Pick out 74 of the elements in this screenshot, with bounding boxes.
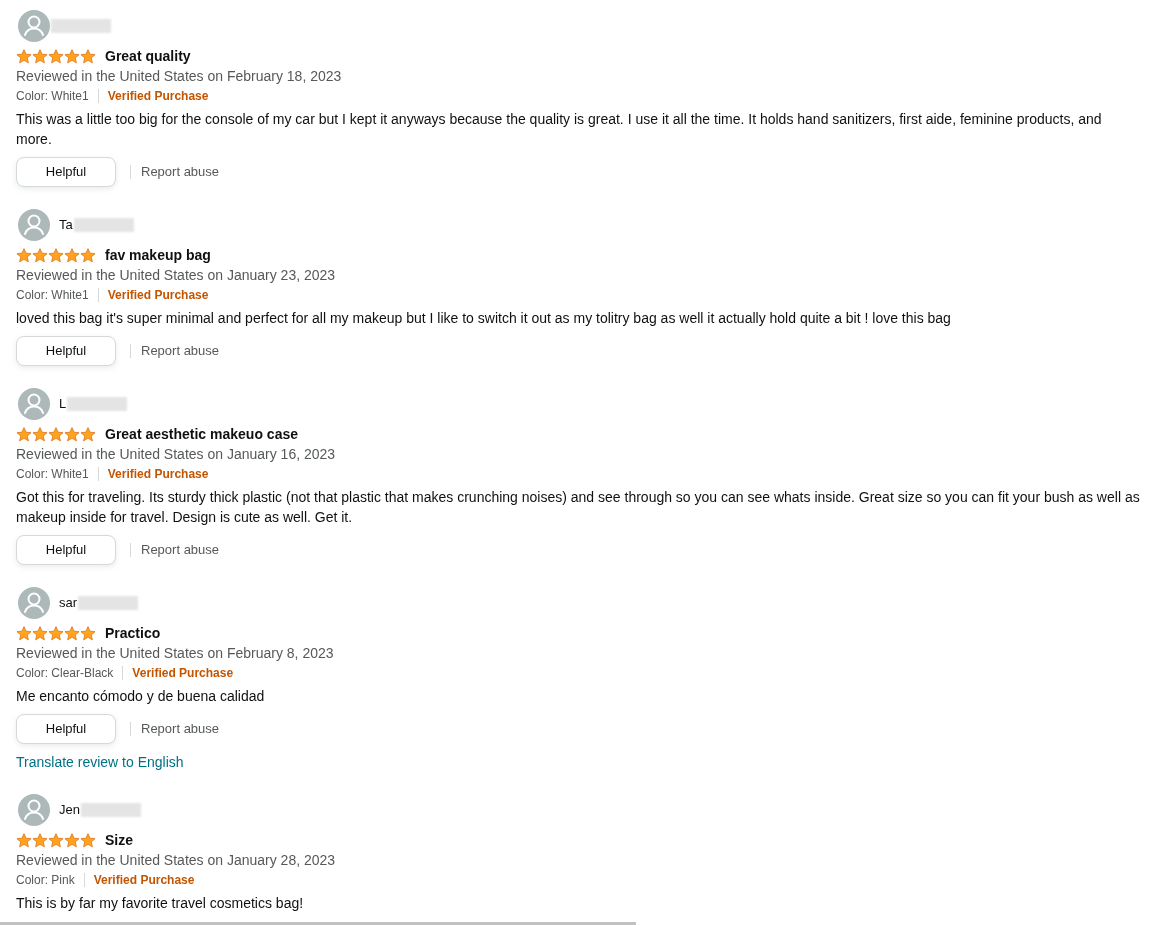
verified-purchase-label: Verified Purchase [107, 466, 209, 483]
star-icon [32, 247, 48, 263]
star-icon [64, 48, 80, 64]
helpful-button[interactable]: Helpful [16, 535, 116, 565]
star-icon [80, 625, 96, 641]
star-icon [64, 426, 80, 442]
review-date: Reviewed in the United States on February 8, 2023 [16, 644, 335, 663]
color-variant[interactable]: Color: White1 [16, 464, 89, 484]
star-icon [16, 247, 32, 263]
star-icon [32, 625, 48, 641]
verified-purchase-label: Verified Purchase [93, 872, 195, 889]
star-icon [48, 832, 64, 848]
star-icon [16, 426, 32, 442]
report-abuse-link[interactable]: Report abuse [141, 341, 220, 361]
redaction-blur [67, 397, 128, 411]
redaction-blur [80, 803, 141, 817]
report-abuse-link[interactable]: Report abuse [141, 540, 220, 560]
helpful-button[interactable]: Helpful [16, 714, 116, 744]
review-date: Reviewed in the United States on February 18, 2023 [16, 67, 343, 86]
reviewer-name: Jen [59, 801, 80, 820]
avatar-icon [18, 587, 50, 619]
star-icon [64, 247, 80, 263]
report-abuse-link[interactable]: Report abuse [141, 719, 220, 739]
star-icon [48, 625, 64, 641]
reviewer-name: L [59, 395, 67, 414]
review-date: Reviewed in the United States on January 28, 2023 [16, 851, 337, 870]
reviewer-name: sar [59, 594, 78, 613]
review-date: Reviewed in the United States on January 16, 2023 [16, 445, 337, 464]
star-icon [48, 48, 64, 64]
review-body: This was a little too big for the console of my car but I kept it anyways because the quality is great. I use it all the time. It holds hand sanitizers, first aide, feminine products, and more. [16, 110, 1103, 149]
review-body: Got this for traveling. Its sturdy thick plastic (not that plastic that makes crunching noises) and see through so you can see whats inside. Great size so you can fit your bush as well as makeup inside for travel. Design is cute as well. Get it. [16, 488, 1140, 527]
star-icon [80, 832, 96, 848]
star-icon [80, 247, 96, 263]
avatar-icon [18, 10, 50, 42]
review-date: Reviewed in the United States on January 23, 2023 [16, 266, 337, 285]
avatar-icon [18, 794, 50, 826]
star-icon [48, 247, 64, 263]
redaction-blur [73, 218, 134, 232]
report-abuse-link[interactable]: Report abuse [141, 162, 220, 182]
avatar-icon [18, 388, 50, 420]
star-icon [48, 426, 64, 442]
color-variant[interactable]: Color: White1 [16, 285, 89, 305]
star-icon [80, 426, 96, 442]
star-icon [16, 625, 32, 641]
review-body: Me encanto cómodo y de buena calidad [16, 687, 266, 706]
star-icon [32, 426, 48, 442]
review-title[interactable]: Great quality [105, 45, 191, 67]
color-variant[interactable]: Color: White1 [16, 86, 89, 106]
translate-link[interactable]: Translate review to English [16, 752, 1140, 772]
redaction-blur [78, 596, 139, 610]
color-variant[interactable]: Color: Clear-Black [16, 663, 114, 683]
review-body: loved this bag it's super minimal and perfect for all my makeup but I like to switch it out as my tolitry bag as well it actually hold quite a bit ! love this bag [16, 309, 952, 328]
star-icon [32, 832, 48, 848]
helpful-button[interactable]: Helpful [16, 157, 116, 187]
star-icon [32, 48, 48, 64]
review-title[interactable]: fav makeup bag [105, 244, 211, 266]
reviewer-name: Ta [59, 216, 73, 235]
review-title[interactable]: Practico [105, 622, 161, 644]
star-icon [64, 625, 80, 641]
verified-purchase-label: Verified Purchase [107, 287, 209, 304]
scrollbar[interactable] [0, 922, 636, 925]
avatar-icon [18, 209, 50, 241]
verified-purchase-label: Verified Purchase [132, 665, 234, 682]
star-icon [80, 48, 96, 64]
review-body: This is by far my favorite travel cosmetics bag! [16, 894, 305, 913]
star-icon [16, 832, 32, 848]
helpful-button[interactable]: Helpful [16, 336, 116, 366]
star-icon [64, 832, 80, 848]
review-title[interactable]: Great aesthetic makeuo case [105, 423, 298, 445]
color-variant[interactable]: Color: Pink [16, 870, 75, 890]
redaction-blur [51, 19, 111, 33]
verified-purchase-label: Verified Purchase [107, 88, 209, 105]
review-title[interactable]: Size [105, 829, 133, 851]
star-icon [16, 48, 32, 64]
